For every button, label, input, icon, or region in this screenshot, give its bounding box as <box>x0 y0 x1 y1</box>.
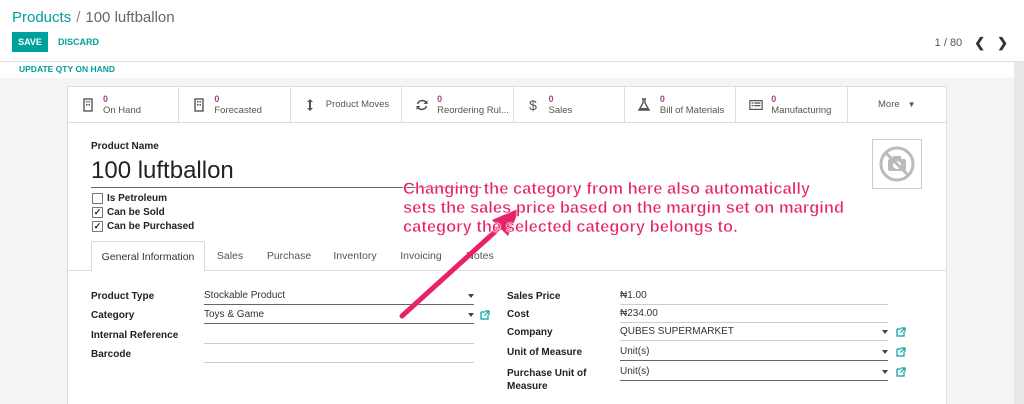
building-icon <box>80 97 95 112</box>
discard-button[interactable]: DISCARD <box>58 32 99 52</box>
no-camera-icon <box>879 146 915 182</box>
refresh-icon <box>414 97 429 112</box>
purchase-uom-select[interactable]: Unit(s) <box>620 366 888 381</box>
internal-reference-input[interactable] <box>204 329 474 344</box>
building-icon <box>191 97 206 112</box>
smart-button-reordering[interactable]: 0 Reordering Rul... <box>402 87 514 122</box>
checkbox-label: Can be Sold <box>107 207 165 218</box>
caret-down-icon: ▼ <box>907 100 916 109</box>
breadcrumb-root-link[interactable]: Products <box>12 9 71 26</box>
smart-label: Forecasted <box>214 104 262 116</box>
checkbox-label: Is Petroleum <box>107 193 168 204</box>
smart-button-forecasted[interactable]: 0 Forecasted <box>179 87 291 122</box>
smart-value: 0 <box>103 93 109 104</box>
caret-down-icon <box>882 350 888 354</box>
smart-label: Product Moves <box>325 99 390 110</box>
smart-button-box: 0 On Hand 0 Forecasted Product Moves 0 Reor… <box>68 87 946 123</box>
save-button[interactable]: SAVE <box>12 32 48 52</box>
product-type-label: Product Type <box>91 291 155 302</box>
smart-button-bom[interactable]: 0 Bill of Materials <box>625 87 737 122</box>
smart-label: On Hand <box>103 104 142 116</box>
pager-value[interactable]: 1 / 80 <box>935 37 963 49</box>
update-qty-button[interactable]: UPDATE QTY ON HAND <box>19 64 115 74</box>
action-bar: UPDATE QTY ON HAND <box>0 62 1024 78</box>
checkbox-label: Can be Purchased <box>107 221 195 232</box>
product-type-value: Stockable Product <box>204 290 286 301</box>
more-button[interactable]: More ▼ <box>848 87 946 122</box>
flask-icon <box>637 97 652 112</box>
tab-inventory[interactable]: Inventory <box>323 241 387 271</box>
annotation-callout: Changing the category from here also aut… <box>403 180 903 237</box>
purchase-uom-label-line1: Purchase Unit of <box>507 368 587 379</box>
annotation-line: category the selected category belongs t… <box>403 218 738 237</box>
company-value: QUBES SUPERMARKET <box>620 326 734 337</box>
scrollbar[interactable] <box>1014 62 1024 404</box>
chevron-right-icon[interactable]: ❯ <box>997 35 1008 51</box>
list-icon <box>748 97 763 112</box>
category-label: Category <box>91 310 135 321</box>
external-link-icon[interactable] <box>896 347 906 357</box>
smart-label: Bill of Materials <box>659 104 725 116</box>
smart-value: 0 <box>548 93 554 104</box>
smart-button-sales[interactable]: $ 0 Sales <box>514 87 625 122</box>
breadcrumb-current: 100 luftballon <box>85 9 175 26</box>
internal-reference-label: Internal Reference <box>91 330 179 341</box>
smart-value: 0 <box>771 93 777 104</box>
annotation-line: sets the sales price based on the margin… <box>403 199 845 218</box>
category-value: Toys & Game <box>204 309 265 320</box>
smart-label: Sales <box>548 104 573 116</box>
company-select[interactable]: QUBES SUPERMARKET <box>620 326 888 341</box>
checkbox-can-be-sold[interactable]: ✓ Can be Sold <box>92 207 165 218</box>
chevron-left-icon[interactable]: ❮ <box>974 35 985 51</box>
smart-value: 0 <box>437 93 443 104</box>
control-panel: Products /100 luftballon SAVE DISCARD 1 /… <box>0 0 1024 62</box>
company-label: Company <box>507 327 553 338</box>
caret-down-icon <box>882 330 888 334</box>
checkbox-can-be-purchased[interactable]: ✓ Can be Purchased <box>92 221 194 232</box>
caret-down-icon <box>882 370 888 374</box>
pager: 1 / 80 ❮ ❯ <box>935 35 1008 51</box>
uom-value: Unit(s) <box>620 346 650 357</box>
purchase-uom-label: Purchase Unit of Measure <box>507 367 586 393</box>
smart-label: Reordering Rul... <box>437 104 509 116</box>
breadcrumb-separator: / <box>76 9 81 26</box>
uom-select[interactable]: Unit(s) <box>620 346 888 361</box>
uom-label: Unit of Measure <box>507 347 583 358</box>
cost-input[interactable]: ₦234.00 <box>620 308 888 323</box>
external-link-icon[interactable] <box>896 367 906 377</box>
checkbox-box[interactable] <box>92 193 103 204</box>
sales-price-input[interactable]: ₦1.00 <box>620 290 888 305</box>
checkbox-box[interactable]: ✓ <box>92 207 103 218</box>
more-label: More <box>878 99 900 110</box>
tab-purchase[interactable]: Purchase <box>255 241 323 271</box>
barcode-label: Barcode <box>91 349 132 360</box>
tab-general-information[interactable]: General Information <box>91 241 205 272</box>
tab-sales[interactable]: Sales <box>205 241 255 271</box>
smart-button-manufacturing[interactable]: 0 Manufacturing <box>736 87 848 122</box>
product-name-input[interactable]: 100 luftballon <box>91 157 234 185</box>
breadcrumb: Products /100 luftballon <box>12 9 175 26</box>
smart-value: 0 <box>659 93 665 104</box>
annotation-line: Changing the category from here also aut… <box>403 180 811 199</box>
vertical-arrows-icon <box>303 97 318 112</box>
smart-button-on-hand[interactable]: 0 On Hand <box>68 87 180 122</box>
external-link-icon[interactable] <box>896 327 906 337</box>
barcode-input[interactable] <box>204 348 474 363</box>
product-name-label: Product Name <box>91 141 159 152</box>
checkbox-box[interactable]: ✓ <box>92 221 103 232</box>
dollar-icon: $ <box>529 96 537 113</box>
smart-value: 0 <box>214 93 220 104</box>
checkbox-is-petroleum[interactable]: Is Petroleum <box>92 193 167 204</box>
purchase-uom-value: Unit(s) <box>620 366 650 377</box>
purchase-uom-label-line2: Measure <box>507 381 548 392</box>
smart-button-product-moves[interactable]: Product Moves <box>291 87 403 122</box>
smart-label: Manufacturing <box>771 104 832 116</box>
